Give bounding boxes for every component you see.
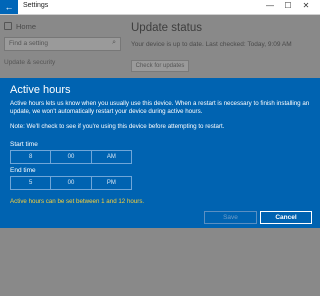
dialog-description: Active hours lets us know when you usual…: [10, 100, 310, 115]
update-status-text: Your device is up to date. Last checked:…: [131, 41, 292, 48]
range-warning: Active hours can be set between 1 and 12…: [10, 198, 145, 205]
save-button[interactable]: Save: [204, 211, 257, 224]
start-ampm[interactable]: AM: [92, 151, 131, 163]
sidebar-home[interactable]: Home: [4, 22, 36, 31]
title-bar: ← Settings — ☐ ✕: [0, 0, 320, 15]
end-time-picker[interactable]: 5 00 PM: [10, 176, 132, 190]
find-setting-placeholder: Find a setting: [9, 40, 49, 47]
back-arrow-icon: ←: [4, 2, 14, 12]
start-hour[interactable]: 8: [11, 151, 52, 163]
back-button[interactable]: ←: [0, 0, 18, 14]
start-minute[interactable]: 00: [51, 151, 92, 163]
page-title: Update status: [131, 22, 202, 34]
end-minute[interactable]: 00: [51, 177, 92, 189]
end-time-label: End time: [10, 167, 36, 174]
start-time-label: Start time: [10, 141, 38, 148]
start-time-picker[interactable]: 8 00 AM: [10, 150, 132, 164]
dialog-title: Active hours: [10, 84, 71, 96]
sidebar-home-label: Home: [16, 22, 37, 31]
window-title: Settings: [23, 2, 49, 9]
close-button[interactable]: ✕: [300, 1, 312, 10]
home-icon: [4, 22, 12, 30]
cancel-button[interactable]: Cancel: [260, 211, 312, 224]
dialog-note: Note: We'll check to see if you're using…: [10, 123, 225, 130]
sidebar-category: Update & security: [4, 59, 56, 66]
find-setting-input[interactable]: Find a setting ⌕: [4, 37, 121, 51]
minimize-button[interactable]: —: [264, 1, 276, 10]
active-hours-dialog: Active hours Active hours lets us know w…: [0, 78, 320, 228]
maximize-button[interactable]: ☐: [282, 1, 294, 10]
check-for-updates-button[interactable]: Check for updates: [131, 60, 189, 72]
end-hour[interactable]: 5: [11, 177, 52, 189]
search-icon: ⌕: [112, 39, 116, 46]
end-ampm[interactable]: PM: [92, 177, 131, 189]
